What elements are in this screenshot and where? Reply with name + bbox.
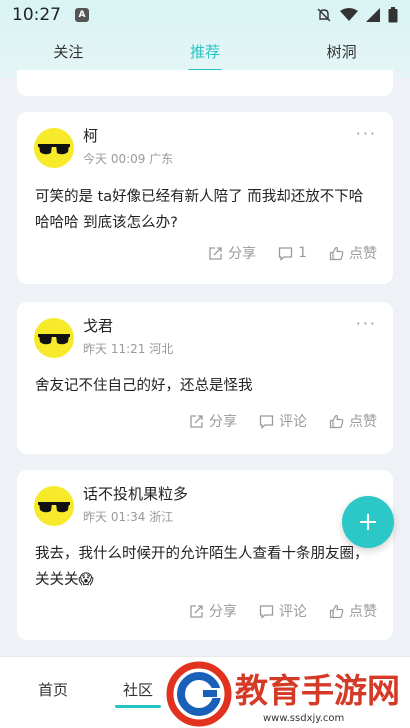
app-notification-icon: A — [75, 8, 89, 22]
status-time: 10:27 — [12, 5, 61, 25]
post-content[interactable]: 我去，我什么时候开的允许陌生人查看十条朋友圈，关关关😱 — [35, 541, 377, 593]
more-options-icon[interactable]: ··· — [356, 314, 377, 333]
like-button[interactable]: 点赞 — [329, 411, 377, 431]
thumbs-up-icon — [329, 414, 344, 428]
signal-icon — [366, 8, 380, 22]
previous-card[interactable] — [17, 70, 393, 96]
avatar[interactable] — [34, 318, 74, 358]
post-meta: 今天 00:09 广东 — [83, 152, 174, 166]
tab-tree-hole[interactable]: 树洞 — [273, 36, 410, 74]
share-label: 分享 — [228, 246, 257, 262]
post-actions: 分享 评论 点赞 — [189, 601, 377, 621]
post-actions: 分享 1 点赞 — [208, 243, 377, 263]
battery-icon — [388, 7, 398, 23]
tab-follow[interactable]: 关注 — [0, 36, 137, 74]
post-card[interactable]: 柯 今天 00:09 广东 ··· 可笑的是 ta好像已经有新人陪了 而我却还放… — [17, 112, 393, 284]
top-tabs: 关注 推荐 树洞 — [0, 36, 410, 74]
share-label: 分享 — [209, 604, 237, 620]
post-content[interactable]: 可笑的是 ta好像已经有新人陪了 而我却还放不下哈哈哈哈 到底该怎么办? — [35, 184, 377, 236]
like-label: 点赞 — [349, 414, 377, 430]
avatar[interactable] — [34, 128, 74, 168]
tab-recommend[interactable]: 推荐 — [137, 36, 274, 74]
thumbs-up-icon — [329, 246, 344, 260]
post-meta: 昨天 11:21 河北 — [83, 342, 174, 356]
comment-label: 评论 — [279, 604, 307, 620]
comment-icon — [259, 604, 274, 619]
share-icon — [190, 414, 203, 428]
share-icon — [190, 604, 203, 618]
post-author[interactable]: 戈君 — [83, 315, 113, 336]
comment-icon — [278, 246, 293, 261]
site-watermark-logo: 教育手游网 www.ssdxjy.com — [165, 660, 410, 728]
comment-button[interactable]: 1 — [278, 243, 307, 263]
like-label: 点赞 — [349, 604, 377, 620]
post-author[interactable]: 柯 — [83, 125, 98, 146]
comment-button[interactable]: 评论 — [259, 601, 307, 621]
share-button[interactable]: 分享 — [189, 411, 237, 431]
more-options-icon[interactable]: ··· — [356, 124, 377, 143]
nav-home[interactable]: 首页 — [38, 679, 68, 700]
nav-community[interactable]: 社区 — [114, 679, 162, 708]
like-label: 点赞 — [349, 246, 377, 262]
like-button[interactable]: 点赞 — [329, 601, 377, 621]
comment-label: 评论 — [279, 414, 307, 430]
like-button[interactable]: 点赞 — [329, 243, 377, 263]
comment-count: 1 — [298, 245, 307, 261]
comment-icon — [259, 414, 274, 429]
create-post-button[interactable] — [342, 496, 394, 548]
post-card[interactable]: 话不投机果粒多 昨天 01:34 浙江 我去，我什么时候开的允许陌生人查看十条朋… — [17, 470, 393, 640]
post-meta: 昨天 01:34 浙江 — [83, 510, 174, 524]
avatar[interactable] — [34, 486, 74, 526]
watermark-url: www.ssdxjy.com — [263, 713, 344, 724]
plus-icon — [360, 514, 376, 530]
post-card[interactable]: 戈君 昨天 11:21 河北 ··· 舍友记不住自己的好，还总是怪我 分享 评论… — [17, 302, 393, 454]
comment-button[interactable]: 评论 — [259, 411, 307, 431]
post-actions: 分享 评论 点赞 — [189, 411, 377, 431]
share-button[interactable]: 分享 — [189, 601, 237, 621]
mute-icon — [317, 8, 331, 22]
status-bar: 10:27 A — [0, 0, 410, 30]
share-button[interactable]: 分享 — [208, 243, 256, 263]
watermark-title: 教育手游网 — [235, 671, 400, 710]
thumbs-up-icon — [329, 604, 344, 618]
share-icon — [209, 246, 222, 260]
post-content[interactable]: 舍友记不住自己的好，还总是怪我 — [35, 373, 377, 399]
share-label: 分享 — [209, 414, 237, 430]
wifi-icon — [340, 8, 358, 21]
post-author[interactable]: 话不投机果粒多 — [83, 483, 188, 504]
